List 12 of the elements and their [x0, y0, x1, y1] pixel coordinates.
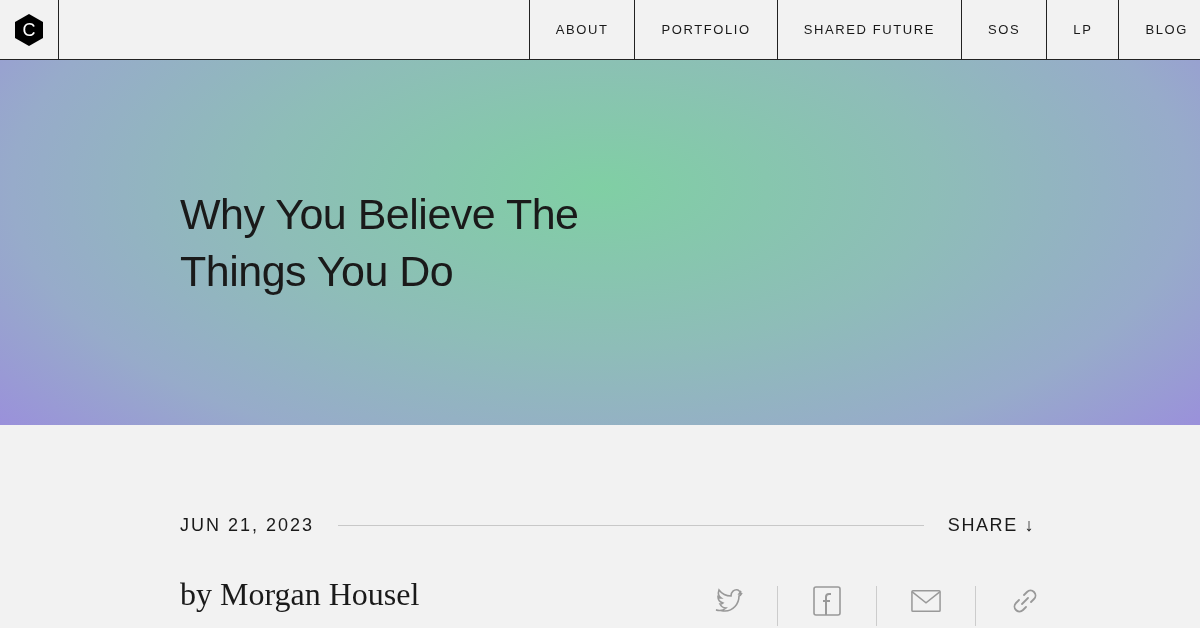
- nav-link[interactable]: PORTFOLIO: [634, 0, 777, 59]
- nav-link[interactable]: ABOUT: [528, 0, 635, 59]
- nav-link[interactable]: BLOG: [1118, 0, 1200, 59]
- share-link[interactable]: SHARE ↓: [947, 515, 1035, 536]
- article-title: Why You Believe The Things You Do: [180, 188, 580, 297]
- author-byline: by Morgan Housel: [180, 576, 420, 613]
- logo[interactable]: C: [14, 12, 44, 47]
- nav-link[interactable]: SOS: [961, 0, 1047, 59]
- nav-link[interactable]: LP: [1046, 0, 1119, 59]
- nav-link[interactable]: SHARED FUTURE: [776, 0, 962, 59]
- publish-date: JUN 21, 2023: [180, 515, 315, 536]
- facebook-icon[interactable]: [812, 586, 842, 616]
